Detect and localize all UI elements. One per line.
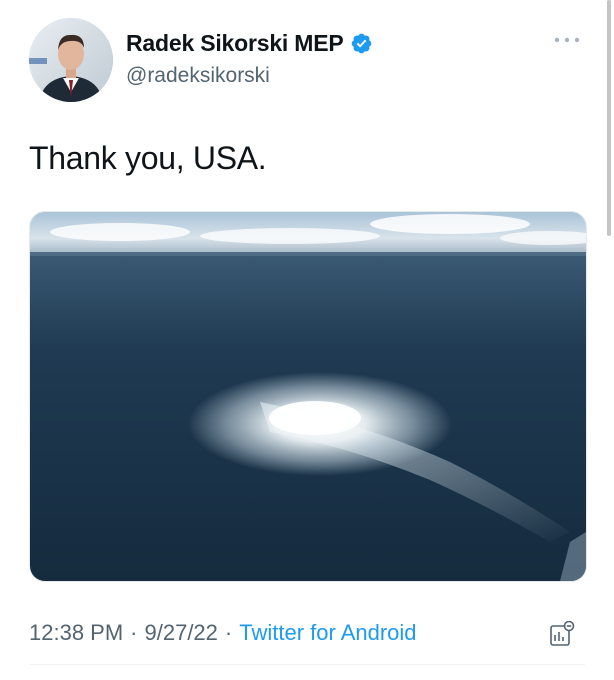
profile-photo-icon xyxy=(29,18,113,102)
avatar[interactable] xyxy=(29,18,113,102)
divider xyxy=(29,664,585,665)
analytics-icon[interactable] xyxy=(549,621,575,647)
tweet-meta: 12:38 PM · 9/27/22 · Twitter for Android xyxy=(29,620,417,646)
author-handle[interactable]: @radeksikorski xyxy=(126,64,270,88)
tweet-text: Thank you, USA. xyxy=(29,140,267,176)
tweet-source-link[interactable]: Twitter for Android xyxy=(239,620,416,646)
display-name[interactable]: Radek Sikorski MEP xyxy=(126,30,344,57)
tweet-media-image[interactable] xyxy=(29,211,587,582)
meta-separator: · xyxy=(224,620,233,645)
tweet-date[interactable]: 9/27/22 xyxy=(145,620,218,646)
aerial-sea-gas-leak-photo xyxy=(30,212,586,581)
scrollbar[interactable] xyxy=(607,0,611,236)
meta-separator: · xyxy=(130,620,138,645)
tweet-time[interactable]: 12:38 PM xyxy=(29,620,123,646)
more-options-icon[interactable] xyxy=(552,32,582,48)
author-name-row[interactable]: Radek Sikorski MEP xyxy=(126,30,373,57)
verified-badge-icon xyxy=(351,33,371,54)
